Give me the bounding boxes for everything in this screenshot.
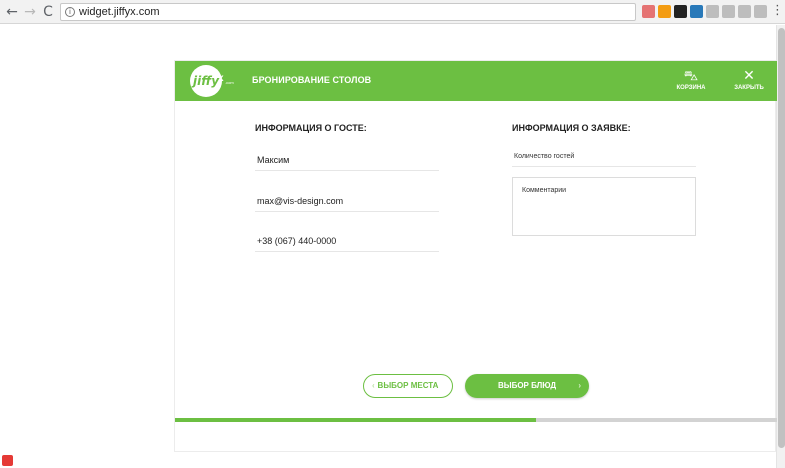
basket-label: КОРЗИНА: [676, 85, 706, 91]
basket-button[interactable]: ⛍ КОРЗИНА: [671, 67, 711, 97]
guests-count-field[interactable]: Количество гостей: [512, 150, 696, 167]
address-bar[interactable]: i widget.jiffyx.com: [60, 3, 636, 21]
forward-icon[interactable]: →: [22, 4, 38, 20]
guest-phone-field[interactable]: +38 (067) 440-0000: [255, 233, 439, 252]
extension-icon-6[interactable]: [722, 5, 735, 18]
reload-icon[interactable]: C: [40, 4, 56, 20]
guest-name-field[interactable]: Максим: [255, 152, 439, 171]
logo-com: .com: [225, 80, 234, 85]
close-label: ЗАКРЫТЬ: [734, 85, 764, 91]
info-icon[interactable]: i: [65, 7, 75, 17]
widget-title: БРОНИРОВАНИЕ СТОЛОВ: [252, 75, 372, 85]
guest-info-title: ИНФОРМАЦИЯ О ГОСТЕ:: [255, 123, 367, 133]
extension-icon-4[interactable]: [690, 5, 703, 18]
progress-bar: [175, 418, 777, 422]
extension-icon-1[interactable]: [642, 5, 655, 18]
progress-fill: [175, 418, 537, 422]
comment-textarea[interactable]: Комментарии: [512, 177, 696, 236]
corner-extension-icon[interactable]: [2, 455, 13, 466]
guests-count-placeholder: Количество гостей: [514, 153, 575, 160]
choose-dishes-button[interactable]: ВЫБОР БЛЮД ›: [465, 374, 589, 398]
guest-name-value: Максим: [257, 155, 290, 165]
basket-icon: ⛍: [683, 68, 699, 84]
browser-toolbar: ← → C i widget.jiffyx.com ⋮: [0, 0, 785, 24]
booking-widget: jiffy x .com БРОНИРОВАНИЕ СТОЛОВ ⛍ КОРЗИ…: [174, 60, 777, 452]
close-icon: ✕: [743, 68, 755, 84]
logo-x: x: [218, 73, 224, 84]
choose-place-label: ВЫБОР МЕСТА: [377, 381, 439, 390]
menu-icon[interactable]: ⋮: [771, 3, 784, 18]
guest-email-field[interactable]: max@vis-design.com: [255, 193, 439, 212]
comment-placeholder: Комментарии: [522, 187, 567, 194]
request-info-title: ИНФОРМАЦИЯ О ЗАЯВКЕ:: [512, 123, 631, 133]
extension-icon-8[interactable]: [754, 5, 767, 18]
guest-email-value: max@vis-design.com: [257, 196, 344, 206]
chevron-right-icon: ›: [578, 381, 581, 390]
chevron-left-icon: ‹: [372, 381, 375, 390]
widget-header: jiffy x .com БРОНИРОВАНИЕ СТОЛОВ ⛍ КОРЗИ…: [175, 61, 777, 101]
extension-icon-5[interactable]: [706, 5, 719, 18]
extension-icon-3[interactable]: [674, 5, 687, 18]
guest-phone-value: +38 (067) 440-0000: [257, 236, 337, 246]
logo-text: jiffy: [193, 74, 220, 88]
extension-icon-7[interactable]: [738, 5, 751, 18]
address-url: widget.jiffyx.com: [79, 6, 160, 18]
close-button[interactable]: ✕ ЗАКРЫТЬ: [729, 67, 769, 97]
rss-icon[interactable]: [658, 5, 671, 18]
choose-place-button[interactable]: ‹ ВЫБОР МЕСТА: [363, 374, 453, 398]
choose-dishes-label: ВЫБОР БЛЮД: [497, 381, 557, 390]
scrollbar-thumb[interactable]: [778, 28, 785, 448]
back-icon[interactable]: ←: [4, 4, 20, 20]
page-scrollbar[interactable]: [776, 25, 785, 468]
